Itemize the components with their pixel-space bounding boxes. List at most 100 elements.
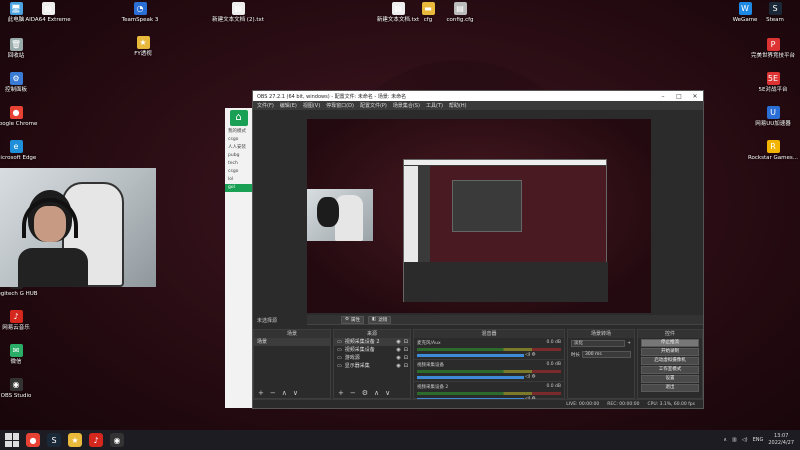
up-icon[interactable]: ∧ xyxy=(282,389,287,397)
add-icon[interactable]: + xyxy=(338,389,344,397)
home-icon[interactable]: ⌂ xyxy=(229,110,248,126)
eye-icon[interactable]: ◉ xyxy=(396,338,400,346)
lock-icon[interactable]: ⊡ xyxy=(404,354,408,362)
volume-icon[interactable]: ◁) xyxy=(742,437,748,443)
lock-icon[interactable]: ⊡ xyxy=(404,346,408,354)
eye-icon[interactable]: ◉ xyxy=(396,354,400,362)
side-app-item[interactable]: lol xyxy=(225,176,252,184)
taskbar-app-icon[interactable]: ★ xyxy=(68,433,82,447)
down-icon[interactable]: ∨ xyxy=(385,389,390,397)
close-icon[interactable]: ✕ xyxy=(687,93,703,100)
app-icon: ◔ xyxy=(133,2,147,15)
menu-item[interactable]: 工具(T) xyxy=(426,102,443,109)
source-item[interactable]: ▭ 显示器采集 ◉ ⊡ xyxy=(334,362,410,370)
menu-item[interactable]: 视图(V) xyxy=(303,102,320,109)
eye-icon[interactable]: ◉ xyxy=(396,346,400,354)
speaker-icon[interactable]: ◁) ⚙ xyxy=(524,353,536,358)
duration-input[interactable]: 300 ms xyxy=(582,351,631,358)
speaker-icon[interactable]: ◁) ⚙ xyxy=(524,375,536,380)
desktop-icon[interactable]: ● Google Chrome xyxy=(0,106,44,128)
control-button[interactable]: 工作室模式 xyxy=(641,366,699,374)
source-item[interactable]: ▭ 视频采集设备 ◉ ⊡ xyxy=(334,346,410,354)
clock[interactable]: 13:07 2022/4/27 xyxy=(768,433,794,447)
desktop-icon[interactable]: ★ FY透视 xyxy=(115,36,171,58)
gear-icon[interactable]: ⚙ xyxy=(362,389,368,397)
desktop-icon[interactable]: 5E 5E对战平台 xyxy=(745,72,800,94)
transition-select[interactable]: 淡化 xyxy=(571,340,626,347)
desktop-icon[interactable]: ✉ 微信 xyxy=(0,344,44,366)
scene-item[interactable]: 场景 xyxy=(254,338,330,346)
side-app-item[interactable]: gol xyxy=(225,184,252,192)
desktop-icon[interactable]: ◉ OBS Studio xyxy=(0,378,44,400)
desktop-icon[interactable]: ♪ 网易云音乐 xyxy=(0,310,44,332)
desktop-icon[interactable]: ▤ 新建文本文档 (2).txt xyxy=(210,2,266,24)
desktop-icon[interactable]: e Microsoft Edge xyxy=(0,140,44,162)
menu-item[interactable]: 编辑(E) xyxy=(280,102,297,109)
filters-button[interactable]: ◧ 滤镜 xyxy=(368,315,392,324)
desktop-icon[interactable]: U 网易UU加速器 xyxy=(745,106,800,128)
up-icon[interactable]: ∧ xyxy=(374,389,379,397)
desktop-icon-label: Microsoft Edge xyxy=(0,155,37,161)
control-button[interactable]: 退出 xyxy=(641,384,699,392)
windows-start-icon[interactable] xyxy=(5,433,19,447)
control-button[interactable]: 停止推流 xyxy=(641,339,699,347)
side-app-item[interactable]: 我的模式 xyxy=(225,128,252,136)
control-button[interactable]: 设置 xyxy=(641,375,699,383)
menu-item[interactable]: 配置文件(P) xyxy=(360,102,387,109)
minimize-icon[interactable]: – xyxy=(655,93,671,100)
desktop-icon[interactable]: ▤ AIDA64 Extreme xyxy=(20,2,76,24)
add-icon[interactable]: + xyxy=(627,341,631,346)
tray-arrow-icon[interactable]: ∧ xyxy=(723,437,727,443)
taskbar-app-icon[interactable]: ● xyxy=(26,433,40,447)
desktop-icon[interactable]: S Steam xyxy=(747,2,800,24)
source-label: 游戏源 xyxy=(344,355,360,361)
side-app-item[interactable]: tech xyxy=(225,160,252,168)
down-icon[interactable]: ∨ xyxy=(293,389,298,397)
scenes-title: 场景 xyxy=(254,330,330,338)
desktop-icon[interactable]: ◔ TeamSpeak 3 xyxy=(112,2,168,24)
properties-button[interactable]: ⚙ 属性 xyxy=(341,315,365,324)
source-item[interactable]: ▭ 视频采集设备 2 ◉ ⊡ xyxy=(334,338,410,346)
desktop-icon[interactable]: R Rockstar Games... xyxy=(745,140,800,162)
side-app-panel[interactable]: ⌂ 我的模式 csgo 人人安装 pubg tech csgo lol gol xyxy=(225,108,253,408)
control-button[interactable]: 开始录制 xyxy=(641,348,699,356)
menu-item[interactable]: 场景集合(S) xyxy=(393,102,420,109)
lock-icon[interactable]: ⊡ xyxy=(404,338,408,346)
network-icon[interactable]: ▥ xyxy=(732,437,737,443)
desktop-icon[interactable]: ▤ config.cfg xyxy=(432,2,488,24)
remove-icon[interactable]: − xyxy=(350,389,356,397)
taskbar-app-icon[interactable]: S xyxy=(47,433,61,447)
control-button[interactable]: 启动虚拟摄像机 xyxy=(641,357,699,365)
add-icon[interactable]: + xyxy=(258,389,264,397)
lock-icon[interactable]: ⊡ xyxy=(404,362,408,370)
obs-window[interactable]: OBS 27.2.1 (64 bit, windows) - 配置文件: 未命名… xyxy=(252,90,704,409)
obs-preview[interactable] xyxy=(307,119,651,313)
clock-date: 2022/4/27 xyxy=(768,440,794,446)
maximize-icon[interactable]: □ xyxy=(671,93,687,100)
side-app-item[interactable]: csgo xyxy=(225,168,252,176)
volume-slider[interactable] xyxy=(417,354,524,357)
desktop-icon[interactable]: P 完美世界竞技平台 xyxy=(745,38,800,60)
desktop-icon[interactable]: ⚙ 控制面板 xyxy=(0,72,44,94)
sources-dock: 来源 ▭ 视频采集设备 2 ◉ ⊡ ▭ 视频采集设备 ◉ ⊡ ▭ 游戏源 ◉ ⊡ ▭ 显示器采集 ◉ ⊡ + −… xyxy=(333,329,411,399)
taskbar-app-icon[interactable]: ◉ xyxy=(110,433,124,447)
eye-icon[interactable]: ◉ xyxy=(396,362,400,370)
menu-item[interactable]: 停靠窗口(D) xyxy=(326,102,354,109)
menu-item[interactable]: 文件(F) xyxy=(257,102,274,109)
side-app-item[interactable]: pubg xyxy=(225,152,252,160)
remove-icon[interactable]: − xyxy=(270,389,276,397)
taskbar-app-icon[interactable]: ♪ xyxy=(89,433,103,447)
desktop-icon-label: FY透视 xyxy=(134,51,152,57)
side-app-item[interactable]: csgo xyxy=(225,136,252,144)
source-item[interactable]: ▭ 游戏源 ◉ ⊡ xyxy=(334,354,410,362)
side-app-item[interactable]: 人人安装 xyxy=(225,144,252,152)
obs-menubar: 文件(F) 编辑(E) 视图(V) 停靠窗口(D) 配置文件(P) 场景集合(S) 工具(T… xyxy=(253,101,703,110)
menu-item[interactable]: 帮助(H) xyxy=(449,102,467,109)
preview-webcam xyxy=(307,189,373,241)
monitor-icon: ▭ xyxy=(337,347,342,353)
desktop-icon[interactable]: 🗑 回收站 xyxy=(0,38,44,60)
volume-slider[interactable] xyxy=(417,376,524,379)
language-indicator[interactable]: ENG xyxy=(753,437,764,443)
mixer-channel: 视频采集设备 0.0 dB ◁) ⚙ xyxy=(414,360,564,382)
obs-titlebar[interactable]: OBS 27.2.1 (64 bit, windows) - 配置文件: 未命名… xyxy=(253,91,703,101)
